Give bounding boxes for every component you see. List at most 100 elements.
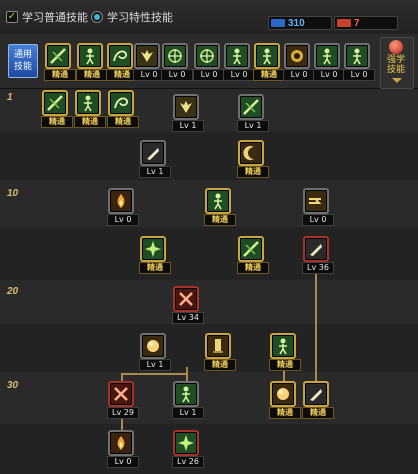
slash-icon: [47, 95, 63, 111]
level-row: [0, 131, 418, 180]
skill-l1-e[interactable]: Lv 1: [237, 94, 269, 132]
required-level-label: 20: [7, 286, 19, 297]
skill-window: ✓ 学习普通技能 学习特性技能 310 7 通用技能 强学技能 1 10 20 30 …: [0, 0, 418, 474]
skill-level-tag: 精通: [237, 262, 269, 274]
skill-level-tag: Lv 0: [107, 214, 139, 226]
skill-level-tag: 精通: [41, 116, 73, 128]
skill-level-tag: 精通: [107, 116, 139, 128]
burst-icon: [145, 241, 161, 257]
skill-l10-a[interactable]: Lv 0: [107, 188, 139, 226]
skill-tree-connector: [121, 373, 187, 375]
compass-icon: [168, 49, 182, 63]
wings-icon: [180, 101, 192, 113]
radio-selected-icon: [91, 11, 103, 23]
top-bar: ✓ 学习普通技能 学习特性技能 310 7: [0, 0, 418, 35]
skill-l1-b[interactable]: 精通: [74, 90, 106, 128]
learn-normal-skills-option[interactable]: ✓ 学习普通技能: [6, 7, 88, 27]
cross-icon: [114, 387, 128, 401]
skill-level-tag: 精通: [302, 407, 334, 419]
skill-l10-b[interactable]: 精通: [204, 188, 236, 226]
skill-level-tag: Lv 1: [172, 120, 204, 132]
skill-level-tag: 精通: [74, 116, 106, 128]
skill-l20-a[interactable]: Lv 34: [172, 286, 204, 324]
orb-icon: [147, 340, 159, 352]
skill-level-tag: Lv 29: [107, 407, 139, 419]
hotbar-slot-5[interactable]: Lv 0: [161, 43, 193, 81]
skill-l30-d[interactable]: 精通: [302, 381, 334, 419]
skill-points-red-value: 7: [354, 17, 360, 29]
skill-level-tag: 精通: [237, 166, 269, 178]
figure-icon: [323, 48, 331, 65]
hotbar-slot-7[interactable]: Lv 0: [223, 43, 255, 81]
skill-l1-a[interactable]: 精通: [41, 90, 73, 128]
hotbar-slot-6[interactable]: Lv 0: [193, 43, 225, 81]
skill-l15-b[interactable]: 精通: [237, 236, 269, 274]
skill-l25-a[interactable]: Lv 1: [139, 333, 171, 371]
skill-l10-c[interactable]: Lv 0: [302, 188, 334, 226]
skill-l15-c[interactable]: Lv 36: [302, 236, 334, 274]
skill-l25-b[interactable]: 精通: [204, 333, 236, 371]
skill-level-tag: Lv 0: [302, 214, 334, 226]
skill-l35-b[interactable]: Lv 26: [172, 430, 204, 468]
skill-l30-b[interactable]: Lv 1: [172, 381, 204, 419]
figure-icon: [182, 386, 190, 403]
figure-icon: [214, 193, 222, 210]
skill-l35-a[interactable]: Lv 0: [107, 430, 139, 468]
hotbar-slot-3[interactable]: 精通: [106, 43, 138, 81]
skill-l30-c[interactable]: 精通: [269, 381, 301, 419]
skill-l30-a[interactable]: Lv 29: [107, 381, 139, 419]
pillar-icon: [213, 339, 223, 353]
slash-icon: [243, 241, 259, 257]
learn-trait-skills-option[interactable]: 学习特性技能: [91, 7, 173, 27]
skill-level-tag: 精通: [204, 359, 236, 371]
eye-icon: [291, 50, 303, 62]
common-skills-tab[interactable]: 通用技能: [8, 44, 38, 78]
hotbar-slot-9[interactable]: Lv 0: [283, 43, 315, 81]
skill-l5-b[interactable]: 精通: [237, 140, 269, 178]
swirl-icon: [113, 50, 127, 62]
skill-l5-a[interactable]: Lv 1: [139, 140, 171, 178]
skill-points-blue-value: 310: [288, 17, 305, 29]
hotbar-slot-10[interactable]: Lv 0: [313, 43, 345, 81]
blade-icon: [147, 148, 159, 160]
skill-level-tag: Lv 0: [193, 69, 225, 81]
skill-level-tag: Lv 1: [139, 166, 171, 178]
blade-icon: [310, 389, 322, 401]
fire-icon: [117, 194, 125, 208]
level-row: [0, 424, 418, 474]
skill-level-tag: 精通: [253, 69, 285, 81]
skill-l1-d[interactable]: Lv 1: [172, 94, 204, 132]
burst-icon: [178, 435, 194, 451]
figure-icon: [263, 48, 271, 65]
skill-level-tag: Lv 0: [107, 456, 139, 468]
skill-level-tag: 精通: [139, 262, 171, 274]
required-level-label: 10: [7, 188, 19, 199]
crescent-icon: [243, 146, 254, 160]
cross-icon: [179, 292, 193, 306]
blade-icon: [310, 244, 322, 256]
skill-l15-a[interactable]: 精通: [139, 236, 171, 274]
hotbar-slot-11[interactable]: Lv 0: [343, 43, 375, 81]
skill-level-tag: Lv 0: [283, 69, 315, 81]
skill-tree-connector: [315, 262, 317, 382]
expand-skills-button[interactable]: 强学技能: [380, 37, 414, 89]
hotbar-slot-4[interactable]: Lv 0: [133, 43, 165, 81]
level-row: [0, 227, 418, 280]
slash-icon: [50, 48, 66, 64]
hotbar-slot-2[interactable]: 精通: [76, 43, 108, 81]
skill-l1-c[interactable]: 精通: [107, 90, 139, 128]
figure-icon: [86, 48, 94, 65]
skill-level-tag: Lv 0: [223, 69, 255, 81]
skill-level-tag: Lv 1: [172, 407, 204, 419]
compass-icon: [200, 49, 214, 63]
figure-icon: [84, 95, 92, 112]
hotbar-slot-1[interactable]: 精通: [44, 43, 76, 81]
sp-icon: [271, 19, 285, 27]
required-level-label: 1: [7, 92, 13, 103]
skill-l25-c[interactable]: 精通: [269, 333, 301, 371]
skill-points-red: 7: [334, 16, 398, 30]
skill-level-tag: 精通: [44, 69, 76, 81]
skill-tree-connector: [186, 367, 188, 381]
tp-icon: [337, 19, 351, 27]
hotbar-slot-8[interactable]: 精通: [253, 43, 285, 81]
